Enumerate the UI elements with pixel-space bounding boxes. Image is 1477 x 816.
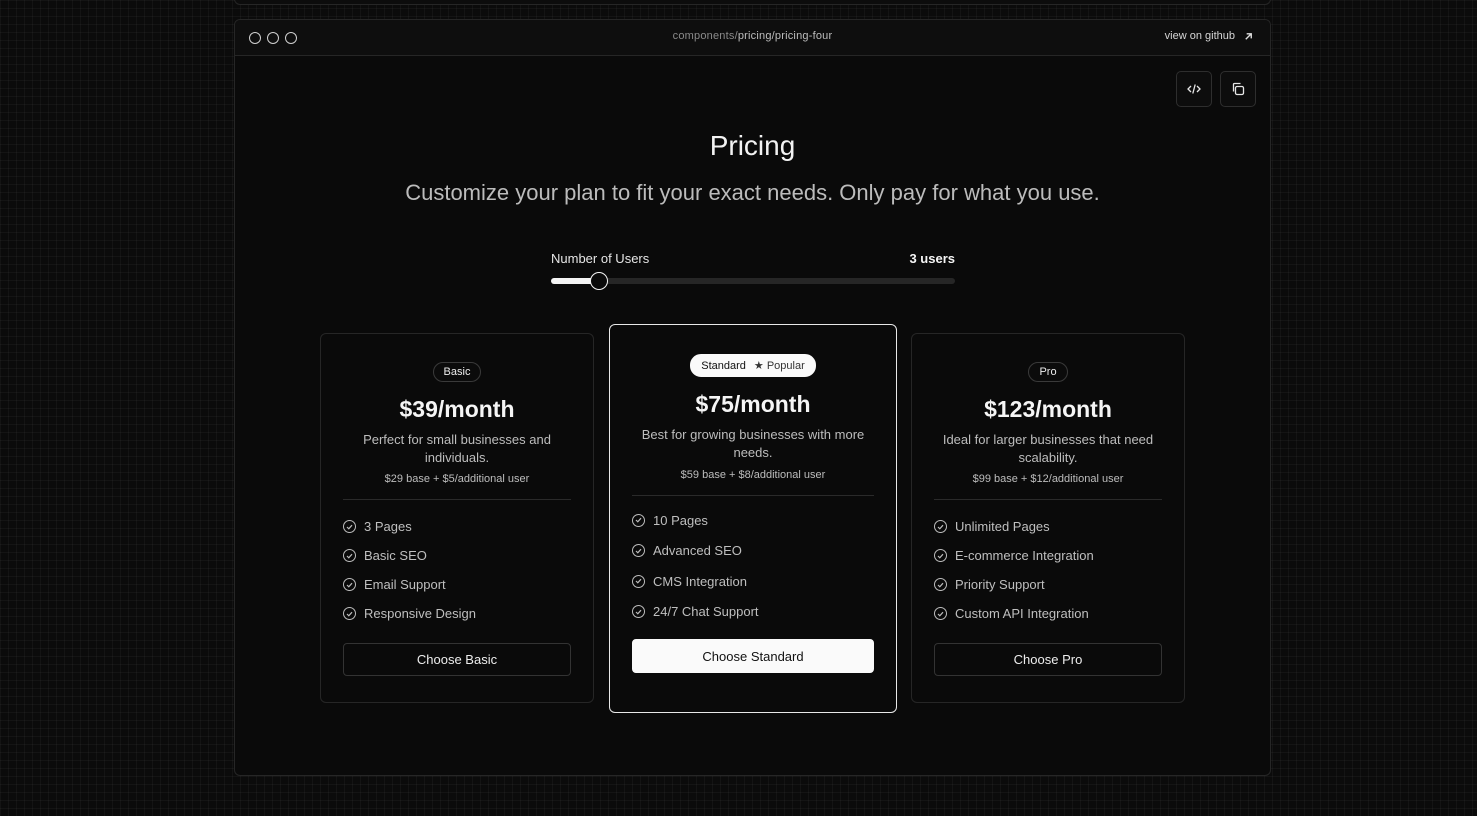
feature-label: 10 Pages: [653, 512, 708, 528]
feature-list: 3 Pages Basic SEO Email Support Responsi…: [343, 512, 571, 628]
feature-label: 3 Pages: [364, 519, 412, 534]
user-count-slider: Number of Users 3 users: [551, 251, 955, 290]
check-circle-icon: [632, 574, 645, 588]
feature-label: Unlimited Pages: [955, 519, 1050, 534]
feature-label: Email Support: [364, 577, 446, 592]
plan-price-formula: $99 base + $12/additional user: [972, 473, 1124, 485]
feature-item: Email Support: [343, 570, 571, 599]
title-bar: components/pricing/pricing-four view on …: [235, 20, 1270, 56]
plan-badge: Basic: [432, 362, 482, 382]
plan-description: Perfect for small businesses and individ…: [363, 432, 551, 465]
plan-badge: Pro: [1028, 362, 1068, 382]
slider-track[interactable]: [551, 272, 955, 290]
check-circle-icon: [343, 607, 356, 620]
feature-item: 24/7 Chat Support: [632, 597, 874, 628]
view-code-button[interactable]: [1176, 71, 1212, 107]
feature-item: 10 Pages: [632, 505, 874, 536]
plan-description: Best for growing businesses with more ne…: [641, 427, 865, 460]
feature-item: Basic SEO: [343, 541, 571, 570]
github-link-label: view on github: [1164, 30, 1235, 42]
plan-description: Ideal for larger businesses that need sc…: [942, 432, 1154, 465]
preview-window: components/pricing/pricing-four view on …: [234, 19, 1271, 776]
feature-label: Basic SEO: [364, 548, 427, 563]
page-subtitle: Customize your plan to fit your exact ne…: [405, 180, 1100, 205]
feature-label: Priority Support: [955, 577, 1045, 592]
feature-item: 3 Pages: [343, 512, 571, 541]
check-circle-icon: [343, 549, 356, 562]
check-circle-icon: [632, 544, 645, 558]
choose-standard-button[interactable]: Choose Standard: [632, 639, 874, 673]
divider: [934, 499, 1162, 500]
plan-price: $123/month: [984, 396, 1112, 422]
copy-button[interactable]: [1220, 71, 1256, 107]
view-on-github-link[interactable]: view on github: [1165, 30, 1254, 42]
check-circle-icon: [343, 520, 356, 533]
plan-price: $39/month: [399, 396, 515, 422]
component-path: components/pricing/pricing-four: [235, 30, 1270, 42]
feature-list: 10 Pages Advanced SEO CMS Integration 24…: [632, 505, 874, 627]
feature-item: E-commerce Integration: [934, 541, 1162, 570]
check-circle-icon: [632, 605, 645, 619]
plan-price-formula: $29 base + $5/additional user: [384, 473, 530, 485]
plan-card-basic: Basic $39/month Perfect for small busine…: [320, 333, 594, 703]
feature-item: Advanced SEO: [632, 536, 874, 567]
divider: [343, 499, 571, 500]
popular-tag: ★ Popular: [753, 360, 805, 372]
check-circle-icon: [934, 549, 947, 562]
check-circle-icon: [343, 578, 356, 591]
slider-thumb[interactable]: [590, 272, 609, 290]
choose-pro-button[interactable]: Choose Pro: [934, 643, 1162, 676]
check-circle-icon: [934, 578, 947, 591]
feature-item: Responsive Design: [343, 599, 571, 628]
plan-price-formula: $59 base + $8/additional user: [680, 469, 826, 481]
feature-label: CMS Integration: [653, 573, 747, 589]
feature-item: CMS Integration: [632, 566, 874, 597]
slider-value: 3 users: [909, 251, 955, 266]
feature-item: Unlimited Pages: [934, 512, 1162, 541]
arrow-up-right-icon: [1245, 32, 1252, 40]
plan-card-pro: Pro $123/month Ideal for larger business…: [911, 333, 1185, 703]
code-icon: [1187, 84, 1201, 94]
feature-list: Unlimited Pages E-commerce Integration P…: [934, 512, 1162, 628]
feature-label: Responsive Design: [364, 606, 477, 621]
feature-label: Advanced SEO: [653, 543, 742, 559]
previous-window-edge: [234, 0, 1271, 5]
plan-badge-label: Standard: [701, 360, 746, 372]
path-prefix: components/: [672, 30, 738, 42]
feature-label: E-commerce Integration: [955, 548, 1094, 563]
plan-card-standard: Standard ★ Popular $75/month Best for gro…: [609, 324, 897, 713]
check-circle-icon: [934, 520, 947, 533]
feature-label: Custom API Integration: [955, 606, 1089, 621]
divider: [632, 495, 874, 496]
page-title: Pricing: [709, 130, 796, 161]
feature-item: Custom API Integration: [934, 599, 1162, 628]
choose-basic-button[interactable]: Choose Basic: [343, 643, 571, 676]
check-circle-icon: [934, 607, 947, 620]
path-name: pricing/pricing-four: [737, 30, 833, 42]
check-circle-icon: [632, 513, 645, 527]
feature-item: Priority Support: [934, 570, 1162, 599]
copy-icon: [1232, 82, 1245, 96]
plan-price: $75/month: [695, 391, 811, 417]
plan-badge: Standard ★ Popular: [690, 354, 816, 377]
slider-label: Number of Users: [551, 251, 650, 266]
feature-label: 24/7 Chat Support: [653, 604, 759, 620]
